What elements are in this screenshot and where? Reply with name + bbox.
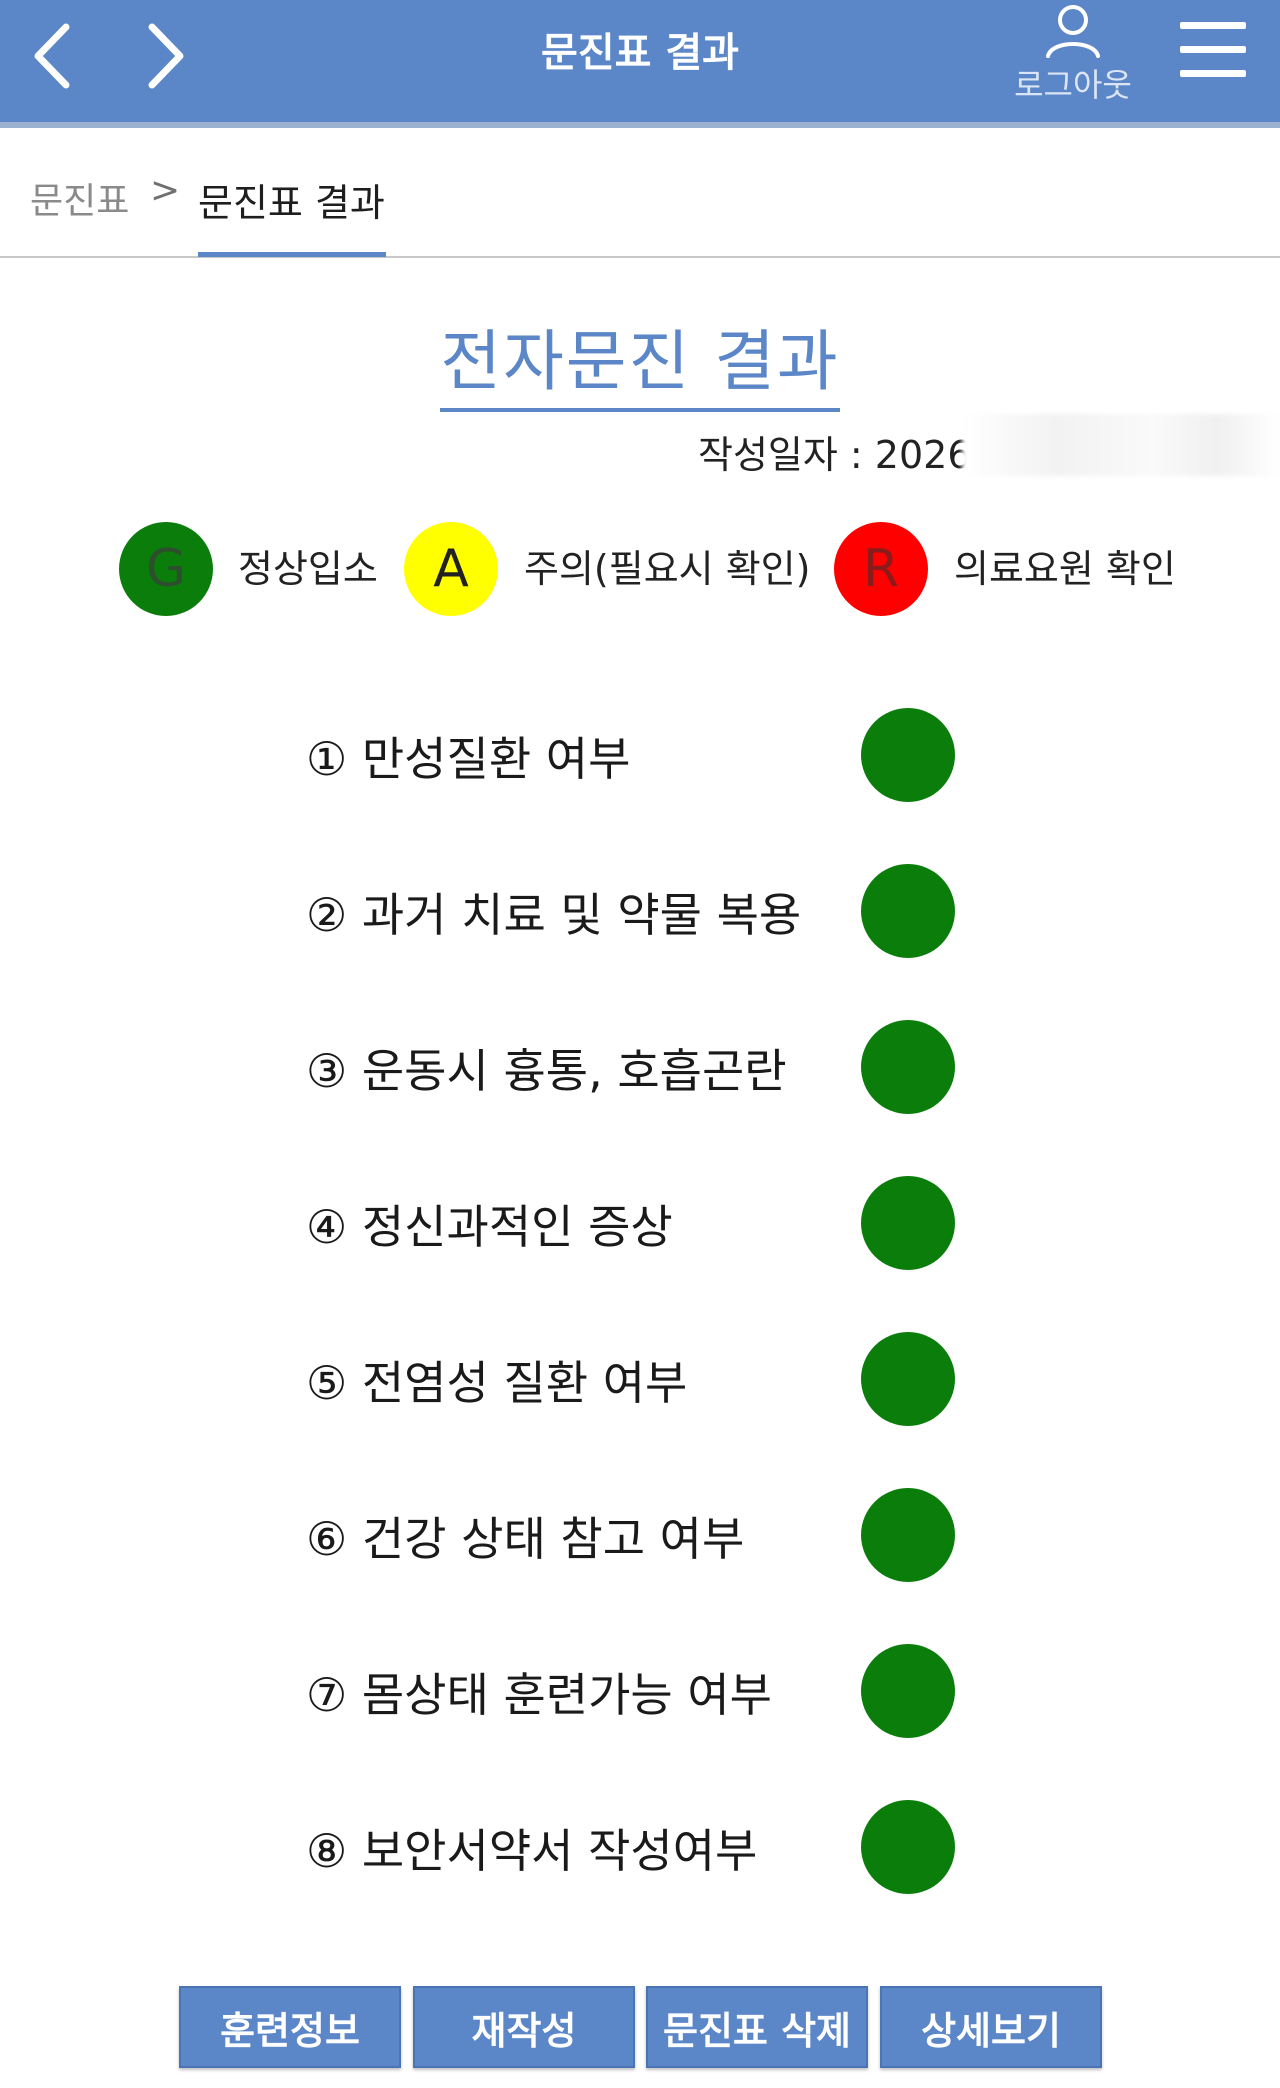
item-status-dot [861, 1176, 955, 1270]
legend-yellow-label: 주의(필요시 확인) [524, 547, 811, 591]
legend-green-dot: G [119, 522, 213, 616]
rewrite-button[interactable]: 재작성 [413, 1986, 635, 2068]
item-label: ⑥ 건강 상태 참고 여부 [306, 1512, 745, 1566]
delete-questionnaire-button[interactable]: 문진표 삭제 [646, 1986, 868, 2068]
item-status-dot [861, 1488, 955, 1582]
item-label: ⑧ 보안서약서 작성여부 [306, 1824, 758, 1878]
breadcrumb-separator: > [150, 170, 181, 211]
item-status-dot [861, 1332, 955, 1426]
item-label: ① 만성질환 여부 [306, 732, 631, 786]
page: 문진표 결과 로그아웃 문진표 > 문진표 결과 전자문진 결과 작성일자 : … [0, 0, 1280, 2088]
training-info-button[interactable]: 훈련정보 [179, 1986, 401, 2068]
breadcrumb-current[interactable]: 문진표 결과 [198, 172, 385, 227]
breadcrumb-active-underline [198, 252, 386, 257]
result-heading-container: 전자문진 결과 [0, 308, 1280, 412]
breadcrumb-parent-link[interactable]: 문진표 [30, 172, 129, 224]
item-status-dot [861, 708, 955, 802]
legend-red-label: 의료요원 확인 [954, 547, 1176, 591]
legend-yellow-letter: A [433, 539, 469, 599]
detail-view-button[interactable]: 상세보기 [880, 1986, 1102, 2068]
logout-button[interactable]: 로그아웃 [998, 0, 1148, 110]
item-label: ⑦ 몸상태 훈련가능 여부 [306, 1668, 772, 1722]
created-date: 작성일자 : 2026 [698, 433, 972, 477]
breadcrumb: 문진표 > 문진표 결과 [0, 128, 1280, 258]
date-redaction-blur [962, 414, 1280, 476]
item-label: ④ 정신과적인 증상 [306, 1200, 673, 1254]
result-heading: 전자문진 결과 [440, 308, 840, 412]
logout-label: 로그아웃 [1014, 66, 1132, 104]
user-icon [1046, 5, 1100, 58]
item-label: ② 과거 치료 및 약물 복용 [306, 888, 802, 942]
item-status-dot [861, 864, 955, 958]
legend-green-label: 정상입소 [238, 547, 378, 591]
item-label: ⑤ 전염성 질환 여부 [306, 1356, 688, 1410]
item-status-dot [861, 1644, 955, 1738]
item-label: ③ 운동시 흉통, 호흡곤란 [306, 1044, 787, 1098]
top-app-bar: 문진표 결과 로그아웃 [0, 0, 1280, 128]
item-status-dot [861, 1800, 955, 1894]
legend-yellow-dot: A [404, 522, 498, 616]
item-status-dot [861, 1020, 955, 1114]
legend-red-dot: R [834, 522, 928, 616]
legend-red-letter: R [862, 539, 900, 599]
hamburger-menu-icon [1180, 22, 1246, 77]
legend-green-letter: G [145, 539, 187, 599]
menu-button[interactable] [1178, 18, 1250, 82]
